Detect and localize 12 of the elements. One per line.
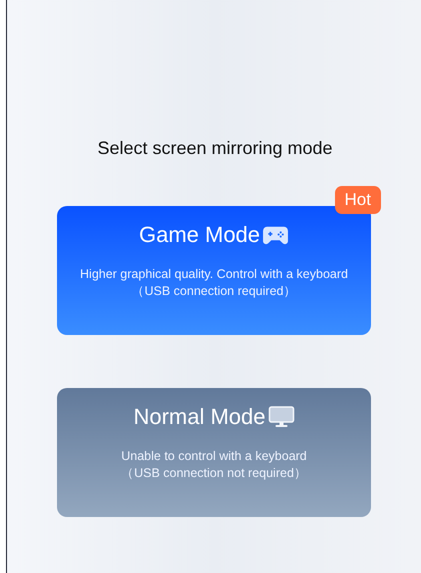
mode-title: Game Mode <box>138 222 260 248</box>
mode-description: Higher graphical quality. Control with a keyboard <box>80 266 348 283</box>
mode-card[interactable]: Game Mode Higher graphical quality. Control with a keyboard （USB connection required） <box>57 206 371 335</box>
mode-description: Unable to control with a keyboard <box>121 448 307 465</box>
dialog-title: Select screen mirroring mode <box>97 138 333 159</box>
hot-badge: Hot <box>334 186 381 214</box>
mode-note: （USB connection not required） <box>121 465 307 482</box>
mode-title: Normal Mode <box>133 404 266 430</box>
monitor-icon <box>268 406 295 428</box>
mode-card[interactable]: Normal Mode Unable to control with a keyboard （USB connection not required） <box>57 388 371 517</box>
gamepad-icon <box>262 224 290 246</box>
mode-note: （USB connection required） <box>132 283 296 300</box>
